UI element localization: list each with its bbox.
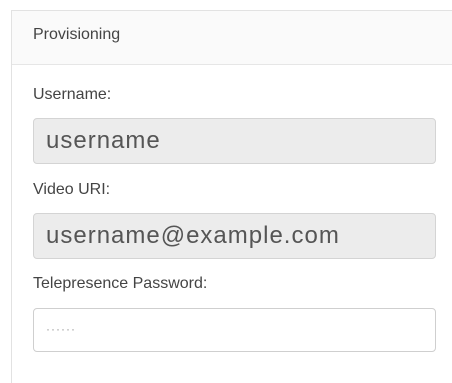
video-uri-label: Video URI: [33,181,111,198]
panel-body: Username: username Video URI: username@e… [12,85,452,352]
telepresence-password-field[interactable]: ······ [33,308,436,352]
panel-title: Provisioning [33,26,121,43]
username-field[interactable]: username [33,118,436,164]
provisioning-panel: Provisioning Username: username Video UR… [11,10,452,383]
telepresence-password-label: Telepresence Password: [33,275,208,292]
panel-header: Provisioning [12,11,452,65]
video-uri-field[interactable]: username@example.com [33,213,436,259]
username-label: Username: [33,86,112,103]
